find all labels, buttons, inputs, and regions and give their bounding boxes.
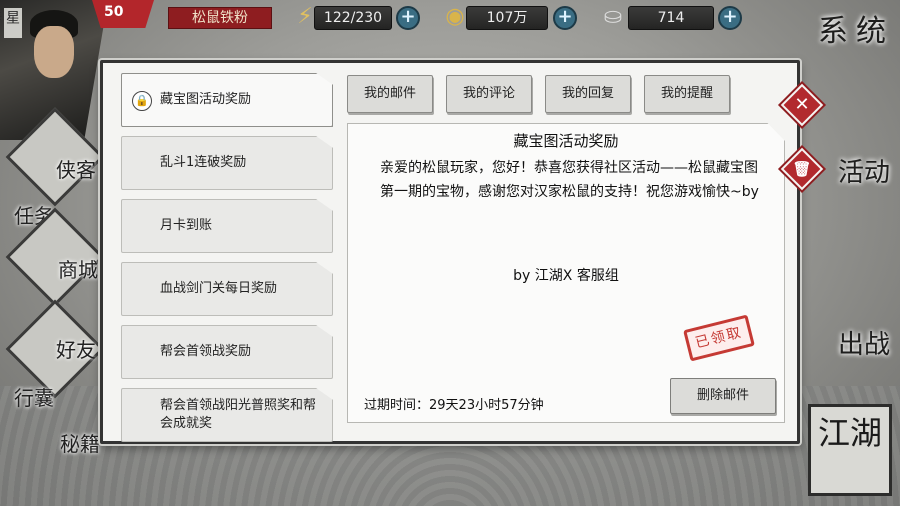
add-copper-button[interactable]: + bbox=[553, 6, 577, 30]
add-silver-button[interactable]: + bbox=[718, 6, 742, 30]
tab-my-replies[interactable]: 我的回复 bbox=[545, 75, 631, 113]
avatar-face bbox=[34, 26, 74, 78]
side-menu-manuals[interactable]: 秘籍 bbox=[60, 428, 100, 457]
mail-item-title: 帮会首领战奖励 bbox=[160, 344, 252, 359]
side-menu-battle[interactable]: 出战 bbox=[838, 324, 890, 361]
side-menu-bag[interactable]: 行囊 bbox=[14, 382, 54, 411]
claimed-stamp: 已领取 bbox=[683, 314, 755, 362]
mail-item-title: 乱斗1连破奖励 bbox=[160, 155, 247, 170]
mail-detail-title: 藏宝图活动奖励 bbox=[513, 132, 619, 150]
silver-value: 714 bbox=[628, 6, 714, 30]
mail-item-title: 月卡到账 bbox=[160, 218, 213, 233]
tab-my-reminders[interactable]: 我的提醒 bbox=[644, 75, 730, 113]
mail-list-item[interactable]: 帮会首领战阳光普照奖和帮会成就奖 bbox=[121, 388, 333, 442]
mail-list-item[interactable]: 月卡到账 bbox=[121, 199, 333, 253]
mail-item-title: 帮会首领战阳光普照奖和帮会成就奖 bbox=[160, 398, 317, 431]
stamina-value: 122/230 bbox=[314, 6, 392, 30]
close-icon: ✕ bbox=[794, 94, 810, 115]
mail-list[interactable]: 🔒 藏宝图活动奖励 乱斗1连破奖励 月卡到账 血战剑门关每日奖励 帮会首领战奖励… bbox=[121, 73, 333, 443]
side-menu-shop[interactable]: 商城 bbox=[58, 254, 98, 283]
mail-item-title: 血战剑门关每日奖励 bbox=[160, 281, 278, 296]
lock-icon: 🔒 bbox=[132, 91, 152, 111]
mail-detail-signature: by 江湖X 客服组 bbox=[513, 268, 619, 284]
top-bar: 星梓明 50 松鼠铁粉 ⚡ 122/230 + ◉ 107万 + ⛀ 714 +… bbox=[0, 0, 900, 140]
jianghu-button[interactable]: 江湖 bbox=[808, 404, 892, 496]
copper-value: 107万 bbox=[466, 6, 548, 30]
player-name: 星梓明 bbox=[0, 8, 22, 38]
mail-list-item[interactable]: 乱斗1连破奖励 bbox=[121, 136, 333, 190]
delete-mail-button[interactable]: 删除邮件 bbox=[670, 378, 776, 414]
mail-item-title: 藏宝图活动奖励 bbox=[160, 92, 252, 107]
system-menu-label[interactable]: 系统 bbox=[818, 6, 894, 50]
mail-list-item[interactable]: 帮会首领战奖励 bbox=[121, 325, 333, 379]
mail-detail-body: 亲爱的松鼠玩家，您好！恭喜您获得社区活动——松鼠藏宝图第一期的宝物，感谢您对汉家… bbox=[380, 160, 759, 200]
trash-icon: 🗑 bbox=[792, 160, 812, 178]
silver-ingot-icon: ⛀ bbox=[603, 4, 623, 29]
player-level: 50 bbox=[104, 4, 124, 20]
mail-detail-panel: 藏宝图活动奖励 亲爱的松鼠玩家，您好！恭喜您获得社区活动——松鼠藏宝图第一期的宝… bbox=[347, 123, 785, 423]
side-menu-heroes[interactable]: 侠客 bbox=[56, 154, 96, 183]
player-title: 松鼠铁粉 bbox=[168, 7, 272, 29]
mail-dialog: 🔒 藏宝图活动奖励 乱斗1连破奖励 月卡到账 血战剑门关每日奖励 帮会首领战奖励… bbox=[100, 60, 800, 444]
side-menu-activity[interactable]: 活动 bbox=[838, 152, 890, 189]
mail-list-item[interactable]: 血战剑门关每日奖励 bbox=[121, 262, 333, 316]
add-stamina-button[interactable]: + bbox=[396, 6, 420, 30]
mail-expire-time: 过期时间：29天23小时57分钟 bbox=[364, 398, 544, 413]
mail-list-item[interactable]: 🔒 藏宝图活动奖励 bbox=[121, 73, 333, 127]
tab-my-mail[interactable]: 我的邮件 bbox=[347, 75, 433, 113]
tab-my-comments[interactable]: 我的评论 bbox=[446, 75, 532, 113]
side-menu-friends[interactable]: 好友 bbox=[56, 334, 96, 363]
